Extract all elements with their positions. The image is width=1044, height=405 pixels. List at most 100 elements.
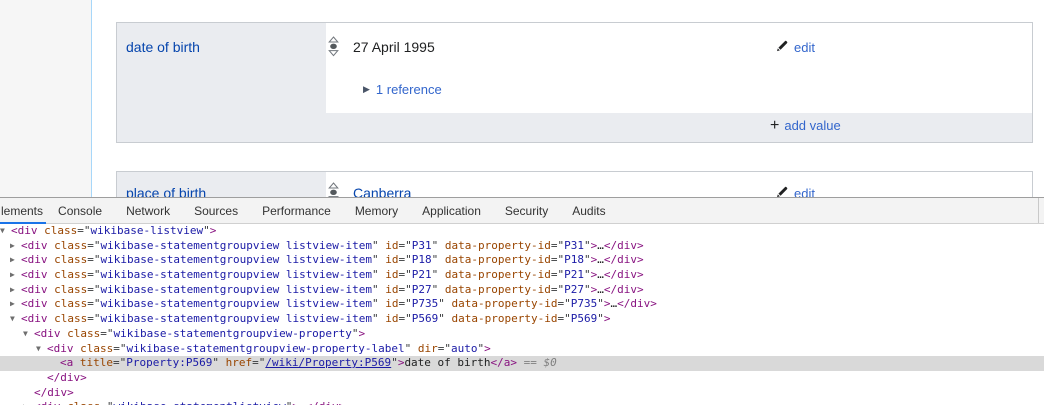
syntax-token: =" xyxy=(550,268,565,282)
expand-arrow-icon[interactable]: ▶ xyxy=(10,253,21,268)
syntax-token: " xyxy=(203,224,210,237)
property-label-link[interactable]: place of birth xyxy=(126,185,206,197)
property-cell: place of birth xyxy=(117,172,326,197)
devtools-tree-row[interactable]: ▼ <div class="wikibase-statementgroupview… xyxy=(0,327,1044,342)
syntax-token xyxy=(411,342,418,355)
syntax-token: <div xyxy=(21,253,48,267)
devtools-tree-row[interactable]: ▶<div class="wikibase-statementlistview"… xyxy=(0,400,1044,405)
syntax-token: =" xyxy=(113,341,127,355)
syntax-token: data-property-id xyxy=(451,312,558,326)
syntax-token: " xyxy=(584,268,591,282)
syntax-token: <div xyxy=(47,341,74,355)
syntax-token: </div> xyxy=(306,400,346,405)
tab-security[interactable]: Security xyxy=(493,198,560,223)
collapse-arrow-icon[interactable]: ▼ xyxy=(23,327,34,342)
syntax-token: " xyxy=(372,297,379,311)
syntax-token: =" xyxy=(557,297,571,311)
tab-lements[interactable]: lements xyxy=(0,198,47,224)
syntax-token xyxy=(438,239,445,252)
statement-group-p569: date of birth 27 April 1995 edit ▶ 1 ref… xyxy=(116,22,1033,143)
syntax-token: P569 xyxy=(411,312,439,326)
references-toggle-label: 1 reference xyxy=(375,82,442,97)
references-toggle[interactable]: ▶ 1 reference xyxy=(363,82,442,97)
syntax-token: </a> xyxy=(490,356,518,370)
expand-arrow-icon[interactable]: ▶ xyxy=(10,239,21,254)
syntax-token: =" xyxy=(398,253,412,267)
syntax-token: P21 xyxy=(411,268,432,282)
edit-button[interactable]: edit xyxy=(776,39,815,55)
tab-console[interactable]: Console xyxy=(46,198,114,223)
syntax-token: <div xyxy=(21,282,48,296)
devtools-tree-row[interactable]: </div> xyxy=(0,371,1044,386)
add-value-button[interactable]: + add value xyxy=(770,117,841,133)
tab-performance[interactable]: Performance xyxy=(250,198,343,223)
syntax-token: auto xyxy=(451,341,478,355)
attribute-value-link[interactable]: /wiki/Property:P569 xyxy=(265,356,391,369)
devtools-tree-row[interactable]: ▶ <div class="wikibase-statementgroupview… xyxy=(0,268,1044,283)
syntax-token: P18 xyxy=(564,253,584,267)
syntax-token: P569 xyxy=(570,312,598,326)
syntax-token: " xyxy=(584,282,591,296)
syntax-token: class xyxy=(80,341,114,355)
syntax-token: wikibase-listview xyxy=(90,224,204,237)
devtools-tree-row[interactable]: ▼ <div class="wikibase-listview"> xyxy=(0,224,1044,239)
syntax-token: " xyxy=(597,312,604,326)
collapse-arrow-icon[interactable]: ▼ xyxy=(36,342,47,357)
syntax-token: " xyxy=(351,326,359,340)
syntax-token: " xyxy=(597,297,604,311)
property-label-link[interactable]: date of birth xyxy=(126,39,200,55)
devtools-tree-row[interactable]: ▶ <div class="wikibase-statementgroupview… xyxy=(0,239,1044,254)
syntax-token: " xyxy=(584,253,591,267)
devtools-tree-row[interactable]: ▶ <div class="wikibase-statementgroupview… xyxy=(0,283,1044,298)
collapse-arrow-icon[interactable]: ▼ xyxy=(10,312,21,327)
tab-application[interactable]: Application xyxy=(410,198,493,223)
expand-arrow-icon[interactable]: ▶ xyxy=(23,400,34,405)
tab-memory[interactable]: Memory xyxy=(343,198,410,223)
devtools-tree-row[interactable]: <a title="Property:P569" href="/wiki/Pro… xyxy=(0,356,1044,371)
syntax-token: wikibase-statementgroupview listview-ite… xyxy=(100,297,373,311)
syntax-token: <div xyxy=(34,326,61,340)
expand-arrow-icon[interactable]: ▶ xyxy=(10,297,21,312)
syntax-token: class xyxy=(67,326,101,340)
syntax-token: " xyxy=(372,253,379,267)
rank-selector-icon[interactable] xyxy=(328,182,339,197)
syntax-token: <div xyxy=(21,238,48,252)
edit-button[interactable]: edit xyxy=(776,185,815,197)
syntax-token: class xyxy=(54,238,88,252)
syntax-token: wikibase-statementgroupview-property-lab… xyxy=(126,341,405,355)
syntax-token: id xyxy=(385,238,399,252)
syntax-token: <div xyxy=(21,268,48,282)
expand-arrow-icon[interactable]: ▶ xyxy=(10,283,21,298)
syntax-token xyxy=(73,356,80,369)
rank-selector-icon[interactable] xyxy=(328,36,339,57)
tab-audits[interactable]: Audits xyxy=(560,198,617,223)
syntax-token: date of birth xyxy=(404,356,491,370)
syntax-token: =" xyxy=(87,238,101,252)
syntax-token: wikibase-statementgroupview-property xyxy=(113,326,352,340)
syntax-token: =" xyxy=(398,297,412,311)
syntax-token: " xyxy=(438,297,445,311)
collapse-arrow-icon[interactable]: ▼ xyxy=(0,224,11,239)
syntax-token: Property:P569 xyxy=(126,356,213,370)
devtools-tree-row[interactable]: ▶ <div class="wikibase-statementgroupview… xyxy=(0,253,1044,268)
tab-network[interactable]: Network xyxy=(114,198,182,223)
devtools-tree-row[interactable]: ▶ <div class="wikibase-statementgroupview… xyxy=(0,297,1044,312)
devtools-panel: lements Console Network Sources Performance M… xyxy=(0,197,1044,405)
statement-value: 27 April 1995 xyxy=(353,39,435,55)
sidebar-area xyxy=(0,0,92,197)
devtools-tree-row[interactable]: </div> xyxy=(0,386,1044,401)
syntax-token: … xyxy=(597,282,604,296)
syntax-token: class xyxy=(67,400,100,405)
syntax-token: > xyxy=(603,297,611,311)
syntax-token: data-property-id xyxy=(451,297,558,311)
devtools-tree-row[interactable]: ▼ <div class="wikibase-statementgroupview… xyxy=(0,312,1044,327)
statement-value-link[interactable]: Canberra xyxy=(353,185,411,197)
syntax-token: id xyxy=(385,268,399,282)
syntax-token: P31 xyxy=(411,238,432,252)
syntax-token: </div> xyxy=(617,297,657,311)
devtools-tree-row[interactable]: ▼ <div class="wikibase-statementgroupview… xyxy=(0,342,1044,357)
tab-sources[interactable]: Sources xyxy=(182,198,250,223)
syntax-token: =" xyxy=(252,356,266,370)
expand-arrow-icon[interactable]: ▶ xyxy=(10,268,21,283)
syntax-token: data-property-id xyxy=(444,238,551,252)
